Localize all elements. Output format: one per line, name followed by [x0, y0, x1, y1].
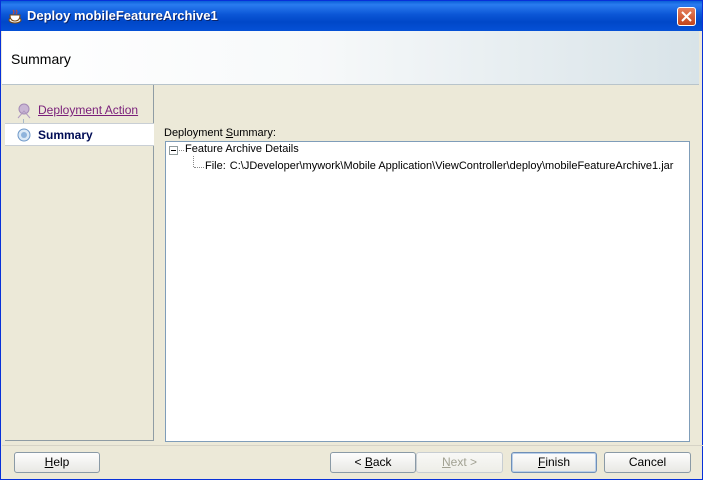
file-path: C:\JDeveloper\mywork\Mobile Application\… [229, 160, 674, 172]
mnemonic: N [441, 455, 451, 469]
window-title: Deploy mobileFeatureArchive1 [27, 8, 218, 23]
button-label: elp [53, 455, 70, 469]
footer-separator [2, 445, 703, 446]
current-step-icon [16, 127, 32, 146]
java-cup-icon [7, 9, 23, 24]
tree-line [193, 156, 194, 167]
summary-tree[interactable]: Feature Archive Details File: C:\JDevelop… [165, 141, 690, 442]
tree-node-feature-archive-details[interactable]: Feature Archive Details [185, 143, 299, 155]
nav-item-deployment-action[interactable]: Deployment Action [5, 99, 154, 122]
tree-line [194, 167, 204, 168]
tree-node-file[interactable]: File: C:\JDeveloper\mywork\Mobile Applica… [205, 160, 677, 172]
finish-button[interactable]: Finish [511, 452, 597, 473]
deploy-dialog: Deploy mobileFeatureArchive1 Summary Dep… [0, 0, 703, 480]
collapse-icon[interactable] [169, 146, 178, 155]
label-prefix: Deployment [164, 127, 226, 139]
deployment-summary-label: Deployment Summary: [164, 127, 276, 139]
nav-item-label: Deployment Action [38, 103, 139, 117]
close-icon [681, 11, 692, 22]
step-node-icon [16, 101, 32, 122]
help-button[interactable]: Help [14, 452, 100, 473]
tree-line [179, 150, 184, 151]
close-button[interactable] [677, 7, 696, 26]
step-navigator: Deployment Action Summary [5, 85, 154, 441]
file-key: File: [205, 160, 226, 172]
button-label: inish [545, 455, 571, 469]
mnemonic: B [364, 455, 373, 469]
page-title: Summary [11, 51, 71, 67]
button-label: ext > [450, 455, 478, 469]
button-label: ack [372, 455, 392, 469]
label-mnemonic: S [225, 127, 234, 139]
nav-item-label: Summary [38, 128, 93, 142]
cancel-button[interactable]: Cancel [604, 452, 691, 473]
back-button[interactable]: < Back [330, 452, 416, 473]
page-header: Summary [2, 31, 699, 85]
title-bar[interactable]: Deploy mobileFeatureArchive1 [1, 1, 702, 31]
next-button[interactable]: Next > [416, 452, 503, 473]
nav-item-summary[interactable]: Summary [5, 123, 154, 146]
button-prefix: < [354, 455, 365, 469]
label-suffix: ummary: [233, 127, 276, 139]
